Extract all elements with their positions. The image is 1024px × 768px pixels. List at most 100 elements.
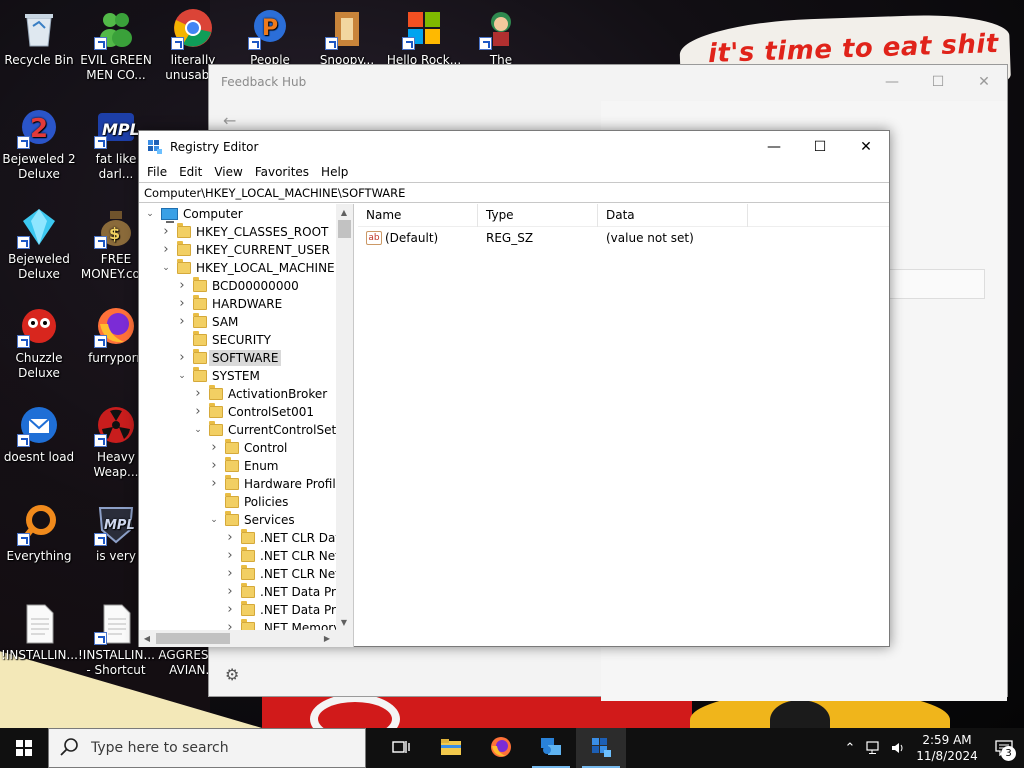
chevron-right-icon[interactable]: › [209, 477, 219, 490]
tree-node[interactable]: › .NET Data Prov [225, 601, 336, 619]
clock[interactable]: 2:59 AM 11/8/2024 [910, 732, 984, 764]
desktop-icon[interactable]: EVIL GREEN MEN CO... [78, 6, 154, 83]
chevron-right-icon[interactable]: › [193, 387, 203, 400]
column-header-type[interactable]: Type [478, 203, 598, 227]
chevron-right-icon[interactable]: › [161, 243, 171, 256]
chevron-right-icon[interactable]: › [225, 585, 235, 598]
address-bar[interactable]: Computer\HKEY_LOCAL_MACHINE\SOFTWARE [139, 182, 889, 203]
chevron-down-icon[interactable]: ⌄ [145, 209, 155, 219]
desktop-icon[interactable]: Snoopy... [309, 6, 385, 68]
chevron-right-icon[interactable]: › [225, 603, 235, 616]
menu-item-view[interactable]: View [208, 165, 248, 179]
regedit-minimize-button[interactable]: — [751, 131, 797, 162]
tree-horizontal-scroll-thumb[interactable] [156, 633, 230, 644]
chevron-right-icon[interactable]: › [225, 621, 235, 630]
menu-item-file[interactable]: File [141, 165, 173, 179]
feedback-input-field[interactable] [889, 269, 985, 299]
tree-node[interactable]: › BCD00000000 [177, 277, 299, 295]
tree-node[interactable]: ⌄ Services [209, 511, 295, 529]
gear-icon[interactable]: ⚙ [225, 665, 239, 684]
scroll-right-arrow-icon[interactable]: ▶ [319, 630, 335, 646]
chevron-right-icon[interactable]: › [209, 441, 219, 454]
chevron-right-icon[interactable]: › [177, 315, 187, 328]
tree-node[interactable]: › HARDWARE [177, 295, 282, 313]
key-tree-pane[interactable]: ⌄ Computer › HKEY_CLASSES_ROOT › HKEY_CURRENT… [139, 204, 354, 647]
tree-node[interactable]: › .NET Memory [225, 619, 336, 630]
regedit-close-button[interactable]: ✕ [843, 131, 889, 162]
registry-editor-titlebar[interactable]: Registry Editor — ☐ ✕ [139, 131, 889, 162]
taskbar-search-box[interactable] [48, 728, 366, 768]
start-button[interactable] [0, 728, 48, 768]
tree-node[interactable]: ⌄ SYSTEM [177, 367, 260, 385]
tree-node[interactable]: › Enum [209, 457, 278, 475]
column-header-name[interactable]: Name [358, 203, 478, 227]
chevron-down-icon[interactable]: ⌄ [209, 515, 219, 525]
desktop-icon[interactable]: 2 Bejeweled 2 Deluxe [1, 105, 77, 182]
tree-node[interactable]: › .NET Data Prov [225, 583, 336, 601]
chevron-right-icon[interactable]: › [161, 225, 171, 238]
desktop-icon[interactable]: Recycle Bin [1, 6, 77, 68]
chevron-right-icon[interactable]: › [225, 549, 235, 562]
desktop-icon[interactable]: Everything [1, 502, 77, 564]
chevron-right-icon[interactable]: › [177, 279, 187, 292]
tree-node[interactable]: ⌄ Computer [145, 205, 243, 223]
tree-node[interactable]: SECURITY [177, 331, 271, 349]
chevron-down-icon[interactable]: ⌄ [193, 425, 203, 435]
back-arrow-icon[interactable]: ← [223, 111, 236, 130]
tree-node[interactable]: › .NET CLR Netw [225, 547, 336, 565]
menu-item-edit[interactable]: Edit [173, 165, 208, 179]
scroll-up-arrow-icon[interactable]: ▲ [336, 204, 352, 220]
tree-node[interactable]: › ControlSet001 [193, 403, 314, 421]
scroll-down-arrow-icon[interactable]: ▼ [336, 614, 352, 630]
volume-icon[interactable] [886, 728, 910, 768]
chevron-up-icon[interactable]: ⌃ [838, 728, 862, 768]
menu-item-favorites[interactable]: Favorites [249, 165, 315, 179]
desktop-icon[interactable]: doesnt load [1, 403, 77, 465]
taskbar-app-task-view[interactable] [376, 728, 426, 768]
tree-node[interactable]: › SAM [177, 313, 238, 331]
desktop-icon[interactable]: !INSTALLIN... [1, 601, 78, 663]
feedback-close-button[interactable]: ✕ [961, 65, 1007, 99]
tree-node[interactable]: › Control [209, 439, 287, 457]
tree-node[interactable]: ⌄ CurrentControlSet [193, 421, 336, 439]
tree-vertical-scrollbar[interactable]: ▲ ▼ [336, 204, 353, 630]
menu-item-help[interactable]: Help [315, 165, 354, 179]
tree-horizontal-scrollbar[interactable]: ◀ ▶ [139, 630, 353, 647]
regedit-maximize-button[interactable]: ☐ [797, 131, 843, 162]
chevron-right-icon[interactable]: › [225, 567, 235, 580]
tree-node[interactable]: › .NET CLR Data [225, 529, 336, 547]
taskbar-app-registry-editor[interactable] [576, 728, 626, 768]
column-header-data[interactable]: Data [598, 203, 748, 227]
search-input[interactable] [91, 740, 341, 756]
chevron-down-icon[interactable]: ⌄ [161, 263, 171, 273]
tree-node[interactable]: › .NET CLR Netw [225, 565, 336, 583]
network-icon[interactable] [862, 728, 886, 768]
tree-node[interactable]: › HKEY_CLASSES_ROOT [161, 223, 328, 241]
tree-vertical-scroll-thumb[interactable] [338, 220, 351, 238]
desktop-icon[interactable]: Chuzzle Deluxe [1, 304, 77, 381]
chevron-right-icon[interactable]: › [177, 351, 187, 364]
tree-node[interactable]: Policies [209, 493, 288, 511]
registry-editor-window[interactable]: Registry Editor — ☐ ✕ File Edit View Favori… [138, 130, 890, 647]
chevron-down-icon[interactable]: ⌄ [177, 371, 187, 381]
chevron-right-icon[interactable]: › [177, 297, 187, 310]
chevron-right-icon[interactable]: › [225, 531, 235, 544]
desktop-icon[interactable]: Hello Rock... [386, 6, 462, 68]
scroll-left-arrow-icon[interactable]: ◀ [139, 630, 155, 646]
feedback-minimize-button[interactable]: — [869, 65, 915, 99]
taskbar-app-file-explorer[interactable] [426, 728, 476, 768]
values-list-pane[interactable]: Name Type Data ab (Default) REG_SZ (valu… [358, 203, 889, 647]
chevron-right-icon[interactable]: › [193, 405, 203, 418]
tree-node[interactable]: › HKEY_CURRENT_USER [161, 241, 330, 259]
tree-node[interactable]: ⌄ HKEY_LOCAL_MACHINE [161, 259, 335, 277]
taskbar-app-firefox-taskbar[interactable] [476, 728, 526, 768]
desktop-icon[interactable]: Bejeweled Deluxe [1, 205, 77, 282]
tree-node[interactable]: › ActivationBroker [193, 385, 327, 403]
taskbar-app-feedback-hub[interactable] [526, 728, 576, 768]
chevron-right-icon[interactable]: › [209, 459, 219, 472]
feedback-maximize-button[interactable]: ☐ [915, 65, 961, 99]
value-row[interactable]: ab (Default) REG_SZ (value not set) [358, 227, 889, 249]
notification-center-button[interactable]: 3 [984, 728, 1024, 768]
tree-node[interactable]: › SOFTWARE [177, 349, 282, 367]
tree-node[interactable]: › Hardware Profiles [209, 475, 336, 493]
